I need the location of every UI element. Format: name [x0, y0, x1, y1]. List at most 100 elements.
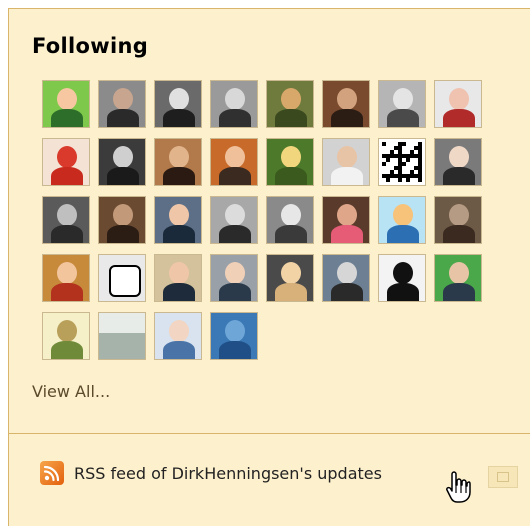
avatar-person-7[interactable]: [378, 80, 426, 128]
avatar-landscape[interactable]: [98, 312, 146, 360]
avatar-body: [51, 283, 83, 301]
avatar-person-14[interactable]: [322, 138, 370, 186]
avatar-body: [443, 283, 475, 301]
avatar-person-20[interactable]: [210, 196, 258, 244]
avatar-face: [113, 88, 133, 110]
avatar-cartoon-cap[interactable]: [378, 196, 426, 244]
avatar-face: [169, 146, 189, 168]
avatar-person-32[interactable]: [434, 254, 482, 302]
avatar-body: [163, 225, 195, 243]
avatar-body: [219, 109, 251, 127]
avatar-body: [387, 283, 419, 301]
avatar-person-3[interactable]: [154, 80, 202, 128]
avatar-body: [163, 167, 195, 185]
avatar-face: [169, 88, 189, 110]
rss-icon-glyph: [43, 465, 60, 482]
avatar-body: [275, 225, 307, 243]
hand-pointer-icon: [446, 471, 471, 503]
avatar-red-figure[interactable]: [42, 138, 90, 186]
avatar-moose-drawing[interactable]: [42, 312, 90, 360]
avatar-body: [219, 283, 251, 301]
avatar-face: [225, 146, 245, 168]
avatar-person-17[interactable]: [42, 196, 90, 244]
avatar-cartoon-green[interactable]: [42, 80, 90, 128]
avatar-dog[interactable]: [266, 254, 314, 302]
avatar-person-8[interactable]: [434, 80, 482, 128]
avatar-face: [57, 204, 77, 226]
avatar-face: [57, 320, 77, 342]
avatar-silhouette-wings[interactable]: [378, 254, 426, 302]
avatar-person-2[interactable]: [98, 80, 146, 128]
avatar-body: [331, 167, 363, 185]
avatar-face: [113, 204, 133, 226]
avatar-face: [57, 146, 77, 168]
avatar-person-25[interactable]: [42, 254, 90, 302]
avatar-body: [387, 109, 419, 127]
avatar-body: [387, 225, 419, 243]
avatar-face: [393, 204, 413, 226]
avatar-body: [275, 167, 307, 185]
avatar-face: [169, 204, 189, 226]
qr-code-glyph: [382, 142, 422, 182]
landscape-layer: [99, 313, 145, 335]
avatar-face: [449, 262, 469, 284]
status-indicator-box: [488, 466, 518, 488]
avatar-person-22[interactable]: [322, 196, 370, 244]
avatar-face: [57, 262, 77, 284]
avatar-person-4[interactable]: [210, 80, 258, 128]
avatar-face: [169, 320, 189, 342]
avatar-body: [275, 109, 307, 127]
avatar-body: [219, 167, 251, 185]
avatar-qr-code[interactable]: [378, 138, 426, 186]
avatar-body: [443, 167, 475, 185]
view-all-link[interactable]: View All...: [32, 382, 110, 401]
avatar-person-10[interactable]: [98, 138, 146, 186]
avatar-person-18[interactable]: [98, 196, 146, 244]
avatar-person-27[interactable]: [154, 254, 202, 302]
section-divider: [8, 433, 530, 434]
following-title: Following: [32, 34, 149, 58]
avatar-person-24[interactable]: [434, 196, 482, 244]
avatar-person-13[interactable]: [266, 138, 314, 186]
ig-logo-icon: [109, 265, 141, 297]
avatar-face: [393, 88, 413, 110]
avatar-body: [219, 341, 251, 359]
avatar-body: [331, 225, 363, 243]
avatar-face: [337, 146, 357, 168]
avatar-body: [331, 109, 363, 127]
avatar-face: [449, 88, 469, 110]
avatar-body: [107, 109, 139, 127]
avatar-body: [275, 283, 307, 301]
avatar-body: [107, 225, 139, 243]
avatar-body: [219, 225, 251, 243]
rss-feed-link[interactable]: RSS feed of DirkHenningsen's updates: [74, 464, 382, 483]
avatar-face: [225, 88, 245, 110]
landscape-ground: [99, 333, 145, 359]
avatar-body: [51, 225, 83, 243]
avatar-person-35[interactable]: [154, 312, 202, 360]
avatar-person-21[interactable]: [266, 196, 314, 244]
avatar-person-16[interactable]: [434, 138, 482, 186]
avatar-body: [51, 109, 83, 127]
avatar-body: [331, 283, 363, 301]
rss-icon[interactable]: [40, 461, 64, 485]
avatar-face: [337, 204, 357, 226]
avatar-person-5[interactable]: [266, 80, 314, 128]
avatar-face: [225, 262, 245, 284]
avatar-person-30[interactable]: [322, 254, 370, 302]
avatar-face: [225, 320, 245, 342]
rss-row[interactable]: RSS feed of DirkHenningsen's updates: [40, 461, 382, 485]
avatar-face: [449, 146, 469, 168]
avatar-body: [51, 167, 83, 185]
avatar-face: [57, 88, 77, 110]
avatar-person-11[interactable]: [154, 138, 202, 186]
avatar-person-28[interactable]: [210, 254, 258, 302]
avatar-face: [281, 88, 301, 110]
avatar-logo-ig[interactable]: [98, 254, 146, 302]
avatar-body: [163, 283, 195, 301]
avatar-person-12[interactable]: [210, 138, 258, 186]
avatar-face: [337, 88, 357, 110]
avatar-person-6[interactable]: [322, 80, 370, 128]
avatar-person-19[interactable]: [154, 196, 202, 244]
avatar-blue-photo[interactable]: [210, 312, 258, 360]
